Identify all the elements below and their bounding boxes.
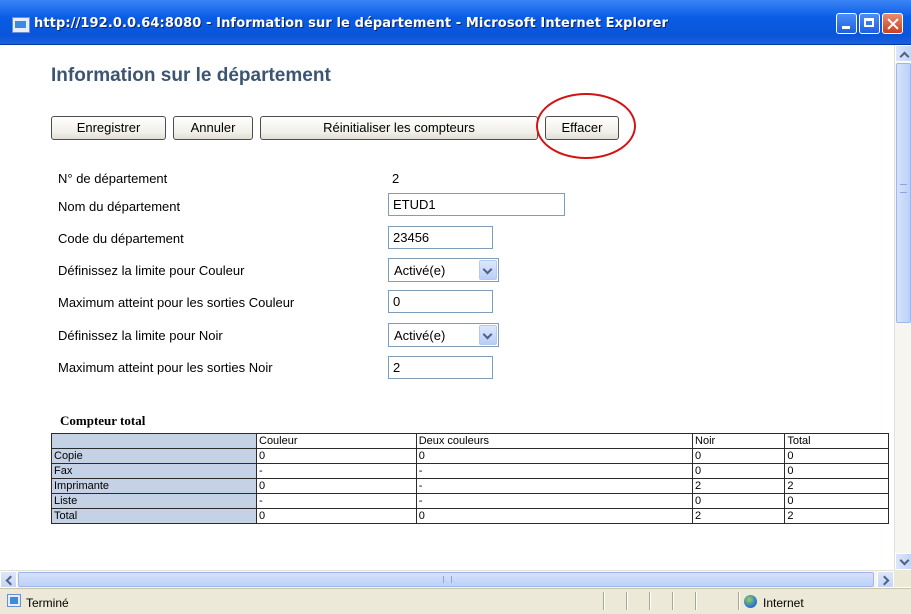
black-limit-value: Activé(e) (394, 328, 446, 343)
dept-name-input[interactable]: ETUD1 (388, 193, 565, 216)
scroll-left-arrow-icon[interactable] (0, 571, 17, 588)
counter-title: Compteur total (60, 413, 146, 428)
vertical-scroll-thumb[interactable] (896, 63, 911, 323)
dept-code-input[interactable]: 23456 (388, 226, 493, 249)
scroll-right-arrow-icon[interactable] (877, 571, 894, 588)
table-header-cell: Total (784, 433, 889, 449)
table-cell: 0 (415, 508, 694, 524)
table-header-cell: Couleur (256, 433, 417, 449)
table-cell: 0 (692, 493, 786, 509)
browser-window: http://192.0.0.64:8080 - Information sur… (0, 0, 911, 614)
status-separator (738, 592, 740, 610)
window-title: http://192.0.0.64:8080 - Information sur… (34, 16, 669, 31)
maximize-button[interactable] (859, 13, 880, 34)
dept-code-label: Code du département (58, 231, 184, 246)
status-separator (649, 592, 651, 610)
table-cell: 0 (692, 463, 786, 479)
status-separator (603, 592, 605, 610)
table-row: Total 0 0 2 2 (51, 508, 889, 524)
dept-name-label: Nom du département (58, 199, 181, 214)
table-cell: 2 (692, 508, 786, 524)
table-cell: 0 (256, 478, 417, 494)
table-cell: 0 (784, 448, 889, 464)
table-row: Liste - - 0 0 (51, 493, 889, 509)
ie-page-icon (12, 17, 30, 33)
title-bar: http://192.0.0.64:8080 - Information sur… (0, 0, 911, 45)
scroll-up-arrow-icon[interactable] (895, 45, 911, 62)
color-limit-value: Activé(e) (394, 263, 446, 278)
dept-number-label: N° de département (58, 171, 168, 186)
ie-page-icon (7, 594, 21, 607)
table-header-row: Couleur Deux couleurs Noir Total (51, 433, 889, 449)
scrollbar-corner (894, 570, 911, 587)
annotation-circle (536, 93, 636, 159)
table-cell: 2 (784, 508, 889, 524)
zone-text: Internet (763, 596, 804, 610)
page-title: Information sur le département (51, 65, 331, 86)
black-max-input[interactable]: 2 (388, 356, 493, 379)
table-cell: - (415, 463, 694, 479)
color-max-input[interactable]: 0 (388, 290, 493, 313)
row-header-cell: Fax (51, 463, 257, 479)
table-cell: 0 (415, 448, 694, 464)
row-header-cell: Copie (51, 448, 257, 464)
horizontal-scroll-thumb[interactable] (18, 572, 874, 587)
table-cell: - (256, 493, 417, 509)
table-header-cell (51, 433, 257, 449)
table-cell: - (256, 463, 417, 479)
chevron-down-icon[interactable] (479, 260, 497, 280)
table-cell: 0 (256, 448, 417, 464)
counter-table: Couleur Deux couleurs Noir Total Copie 0… (51, 433, 889, 524)
status-separator (672, 592, 674, 610)
row-header-cell: Imprimante (51, 478, 257, 494)
table-cell: 2 (692, 478, 786, 494)
color-limit-select[interactable]: Activé(e) (388, 258, 499, 282)
status-separator (695, 592, 697, 610)
close-button[interactable] (882, 13, 903, 34)
table-row: Copie 0 0 0 0 (51, 448, 889, 464)
table-cell: - (415, 478, 694, 494)
row-header-cell: Liste (51, 493, 257, 509)
reset-counters-button[interactable]: Réinitialiser les compteurs (260, 116, 538, 140)
status-separator (626, 592, 628, 610)
black-max-label: Maximum atteint pour les sorties Noir (58, 360, 273, 375)
table-row: Fax - - 0 0 (51, 463, 889, 479)
color-max-label: Maximum atteint pour les sorties Couleur (58, 295, 295, 310)
globe-icon (744, 595, 757, 608)
color-limit-label: Définissez la limite pour Couleur (58, 263, 245, 278)
chevron-down-icon[interactable] (479, 325, 497, 345)
dept-number-value: 2 (392, 171, 400, 186)
row-header-cell: Total (51, 508, 257, 524)
horizontal-scrollbar[interactable] (0, 570, 894, 588)
minimize-button[interactable] (836, 13, 857, 34)
status-bar: Terminé Internet (0, 588, 911, 614)
table-cell: 0 (692, 448, 786, 464)
vertical-scrollbar[interactable] (894, 45, 911, 570)
black-limit-label: Définissez la limite pour Noir (58, 328, 223, 343)
table-cell: 0 (256, 508, 417, 524)
page-content: Information sur le département Enregistr… (0, 45, 894, 570)
scroll-down-arrow-icon[interactable] (895, 553, 911, 570)
status-text: Terminé (26, 596, 69, 610)
table-cell: - (415, 493, 694, 509)
cancel-button[interactable]: Annuler (173, 116, 253, 140)
black-limit-select[interactable]: Activé(e) (388, 323, 499, 347)
table-header-cell: Deux couleurs (415, 433, 694, 449)
save-button[interactable]: Enregistrer (51, 116, 166, 140)
table-cell: 0 (784, 493, 889, 509)
table-header-cell: Noir (692, 433, 786, 449)
table-cell: 2 (784, 478, 889, 494)
table-row: Imprimante 0 - 2 2 (51, 478, 889, 494)
table-cell: 0 (784, 463, 889, 479)
